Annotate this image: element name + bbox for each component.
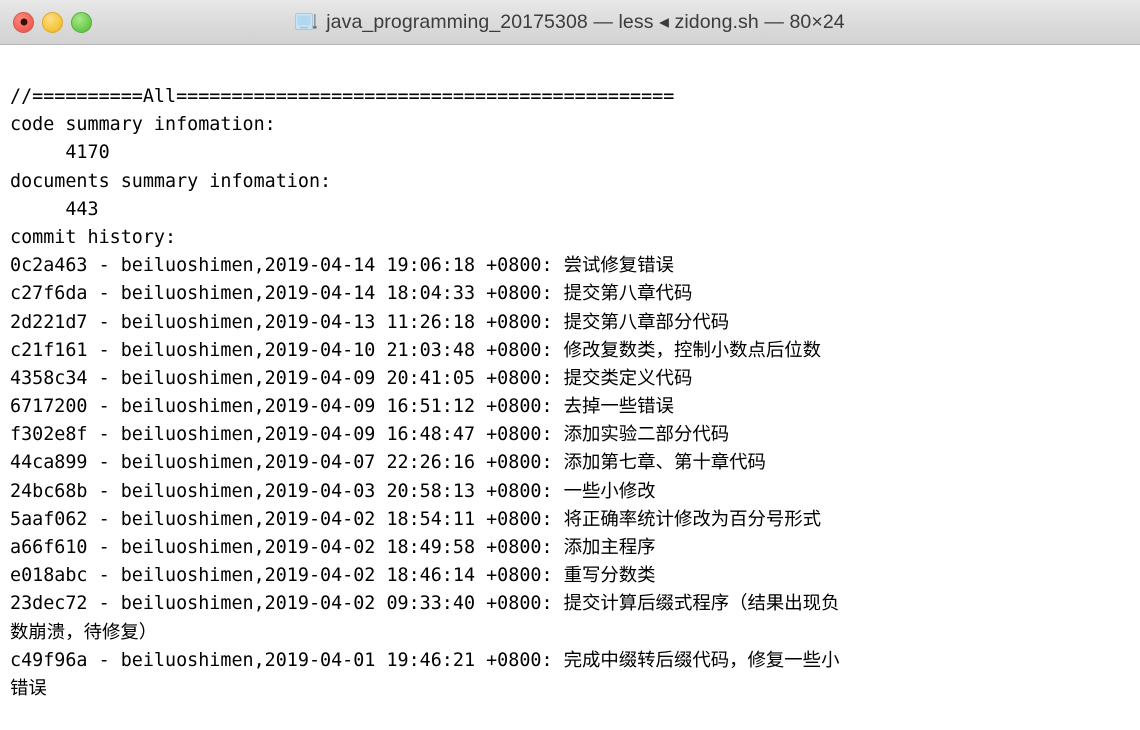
terminal-line: a66f610 - beiluoshimen,2019-04-02 18:49:…: [10, 537, 656, 558]
window-controls: [0, 11, 92, 33]
terminal-line: 4170: [10, 142, 110, 164]
terminal-line: e018abc - beiluoshimen,2019-04-02 18:46:…: [10, 565, 656, 587]
window-title-group: java_programming_20175308 — less ◂ zidon…: [0, 0, 1140, 44]
terminal-line: 数崩溃，待修复）: [10, 621, 158, 643]
terminal-line: 0c2a463 - beiluoshimen,2019-04-14 19:06:…: [10, 255, 674, 277]
window-title-text: java_programming_20175308 — less ◂ zidon…: [326, 11, 845, 33]
terminal-window: java_programming_20175308 — less ◂ zidon…: [0, 0, 1140, 730]
terminal-line: documents summary infomation:: [10, 170, 332, 192]
terminal-line: c27f6da - beiluoshimen,2019-04-14 18:04:…: [10, 283, 693, 305]
terminal-line: 23dec72 - beiluoshimen,2019-04-02 09:33:…: [10, 593, 840, 615]
terminal-line: 44ca899 - beiluoshimen,2019-04-07 22:26:…: [10, 452, 766, 474]
terminal-line: //==========All=========================…: [10, 86, 675, 107]
terminal-line: 错误: [10, 677, 47, 699]
terminal-line: 443: [10, 198, 99, 220]
terminal-line: 5aaf062 - beiluoshimen,2019-04-02 18:54:…: [10, 508, 822, 530]
terminal-line: 2d221d7 - beiluoshimen,2019-04-13 11:26:…: [10, 311, 730, 333]
terminal-line: c21f161 - beiluoshimen,2019-04-10 21:03:…: [10, 339, 822, 361]
terminal-line: 6717200 - beiluoshimen,2019-04-09 16:51:…: [10, 396, 674, 418]
window-titlebar[interactable]: java_programming_20175308 — less ◂ zidon…: [0, 0, 1140, 45]
terminal-document-icon: [295, 12, 317, 32]
terminal-content[interactable]: //==========All=========================…: [0, 45, 1140, 730]
terminal-line: 4358c34 - beiluoshimen,2019-04-09 20:41:…: [10, 367, 693, 389]
terminal-line: f302e8f - beiluoshimen,2019-04-09 16:48:…: [10, 424, 730, 446]
terminal-line: c49f96a - beiluoshimen,2019-04-01 19:46:…: [10, 649, 840, 671]
close-button[interactable]: [13, 11, 34, 33]
terminal-line: commit history:: [10, 226, 177, 248]
terminal-line: code summary infomation:: [10, 114, 276, 136]
minimize-button[interactable]: [42, 11, 63, 33]
maximize-button[interactable]: [71, 11, 92, 33]
terminal-line: 24bc68b - beiluoshimen,2019-04-03 20:58:…: [10, 480, 656, 502]
